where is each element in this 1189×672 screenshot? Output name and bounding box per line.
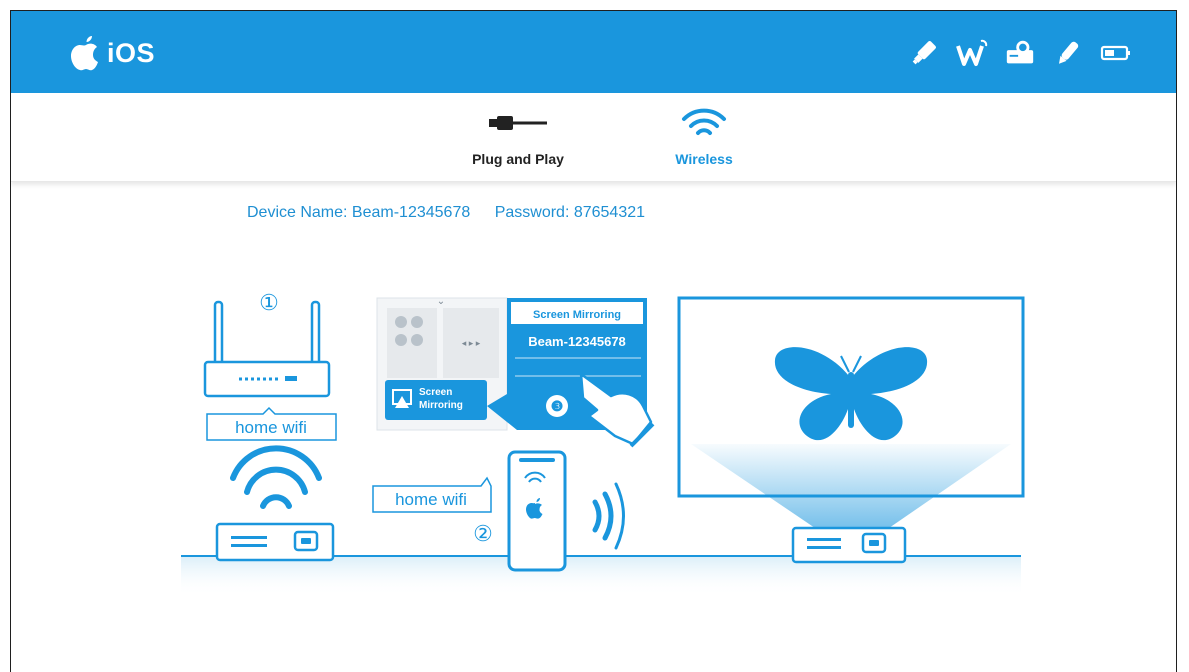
projector-right-icon	[791, 526, 907, 564]
brand: iOS	[69, 33, 155, 73]
setup-illustration: ① home wifi ◂ ▸ ▸ Screen Mirroring ⌄ Scr…	[171, 266, 1031, 606]
status-icons	[908, 37, 1132, 69]
cast-waves-icon	[592, 482, 625, 550]
projector-left-icon	[215, 522, 335, 562]
projector-icon[interactable]	[1004, 37, 1036, 69]
device-info: Device Name: Beam-12345678 Password: 876…	[247, 204, 665, 222]
pen-icon[interactable]	[1052, 37, 1084, 69]
wifi-label-phone: home wifi	[395, 490, 467, 509]
step-2: ②	[473, 521, 493, 546]
device-password: Password: 87654321	[494, 204, 646, 221]
wifi-w-icon[interactable]	[956, 37, 988, 69]
mirror-btn-line2: Mirroring	[419, 400, 463, 411]
app-frame: iOS Plug and Play Wireless Device Name: …	[10, 10, 1177, 672]
brand-text: iOS	[107, 37, 156, 68]
device-name: Device Name: Beam-12345678	[247, 204, 471, 221]
battery-icon	[1100, 37, 1132, 69]
step-3: ❸	[551, 398, 564, 414]
mode-plug-label: Plug and Play	[472, 151, 564, 167]
mode-wireless[interactable]: Wireless	[639, 101, 769, 167]
svg-text:⌄: ⌄	[437, 296, 445, 307]
phone-icon	[507, 450, 567, 572]
router-wifi-label: home wifi	[206, 406, 337, 441]
apple-logo-icon	[71, 36, 98, 71]
mode-selector: Plug and Play Wireless	[11, 93, 1176, 182]
mode-plug-and-play[interactable]: Plug and Play	[443, 101, 593, 167]
usb-stick-icon[interactable]	[908, 37, 940, 69]
menu-device: Beam-12345678	[528, 334, 626, 349]
wifi-signal-icon	[230, 445, 322, 509]
control-center-panel: ◂ ▸ ▸ Screen Mirroring ⌄	[376, 296, 508, 431]
tv-screen	[677, 296, 1025, 528]
mode-wireless-label: Wireless	[675, 151, 733, 167]
top-bar: iOS	[11, 11, 1176, 93]
cable-icon	[489, 116, 547, 130]
router-icon	[203, 300, 331, 398]
wifi-label-router: home wifi	[235, 418, 307, 437]
menu-title: Screen Mirroring	[533, 309, 621, 321]
phone-wifi-label: home wifi	[372, 476, 492, 513]
wifi-icon	[682, 108, 726, 135]
svg-text:◂ ▸ ▸: ◂ ▸ ▸	[462, 338, 481, 348]
step-1: ①	[259, 290, 279, 315]
mirror-btn-line1: Screen	[419, 387, 452, 398]
